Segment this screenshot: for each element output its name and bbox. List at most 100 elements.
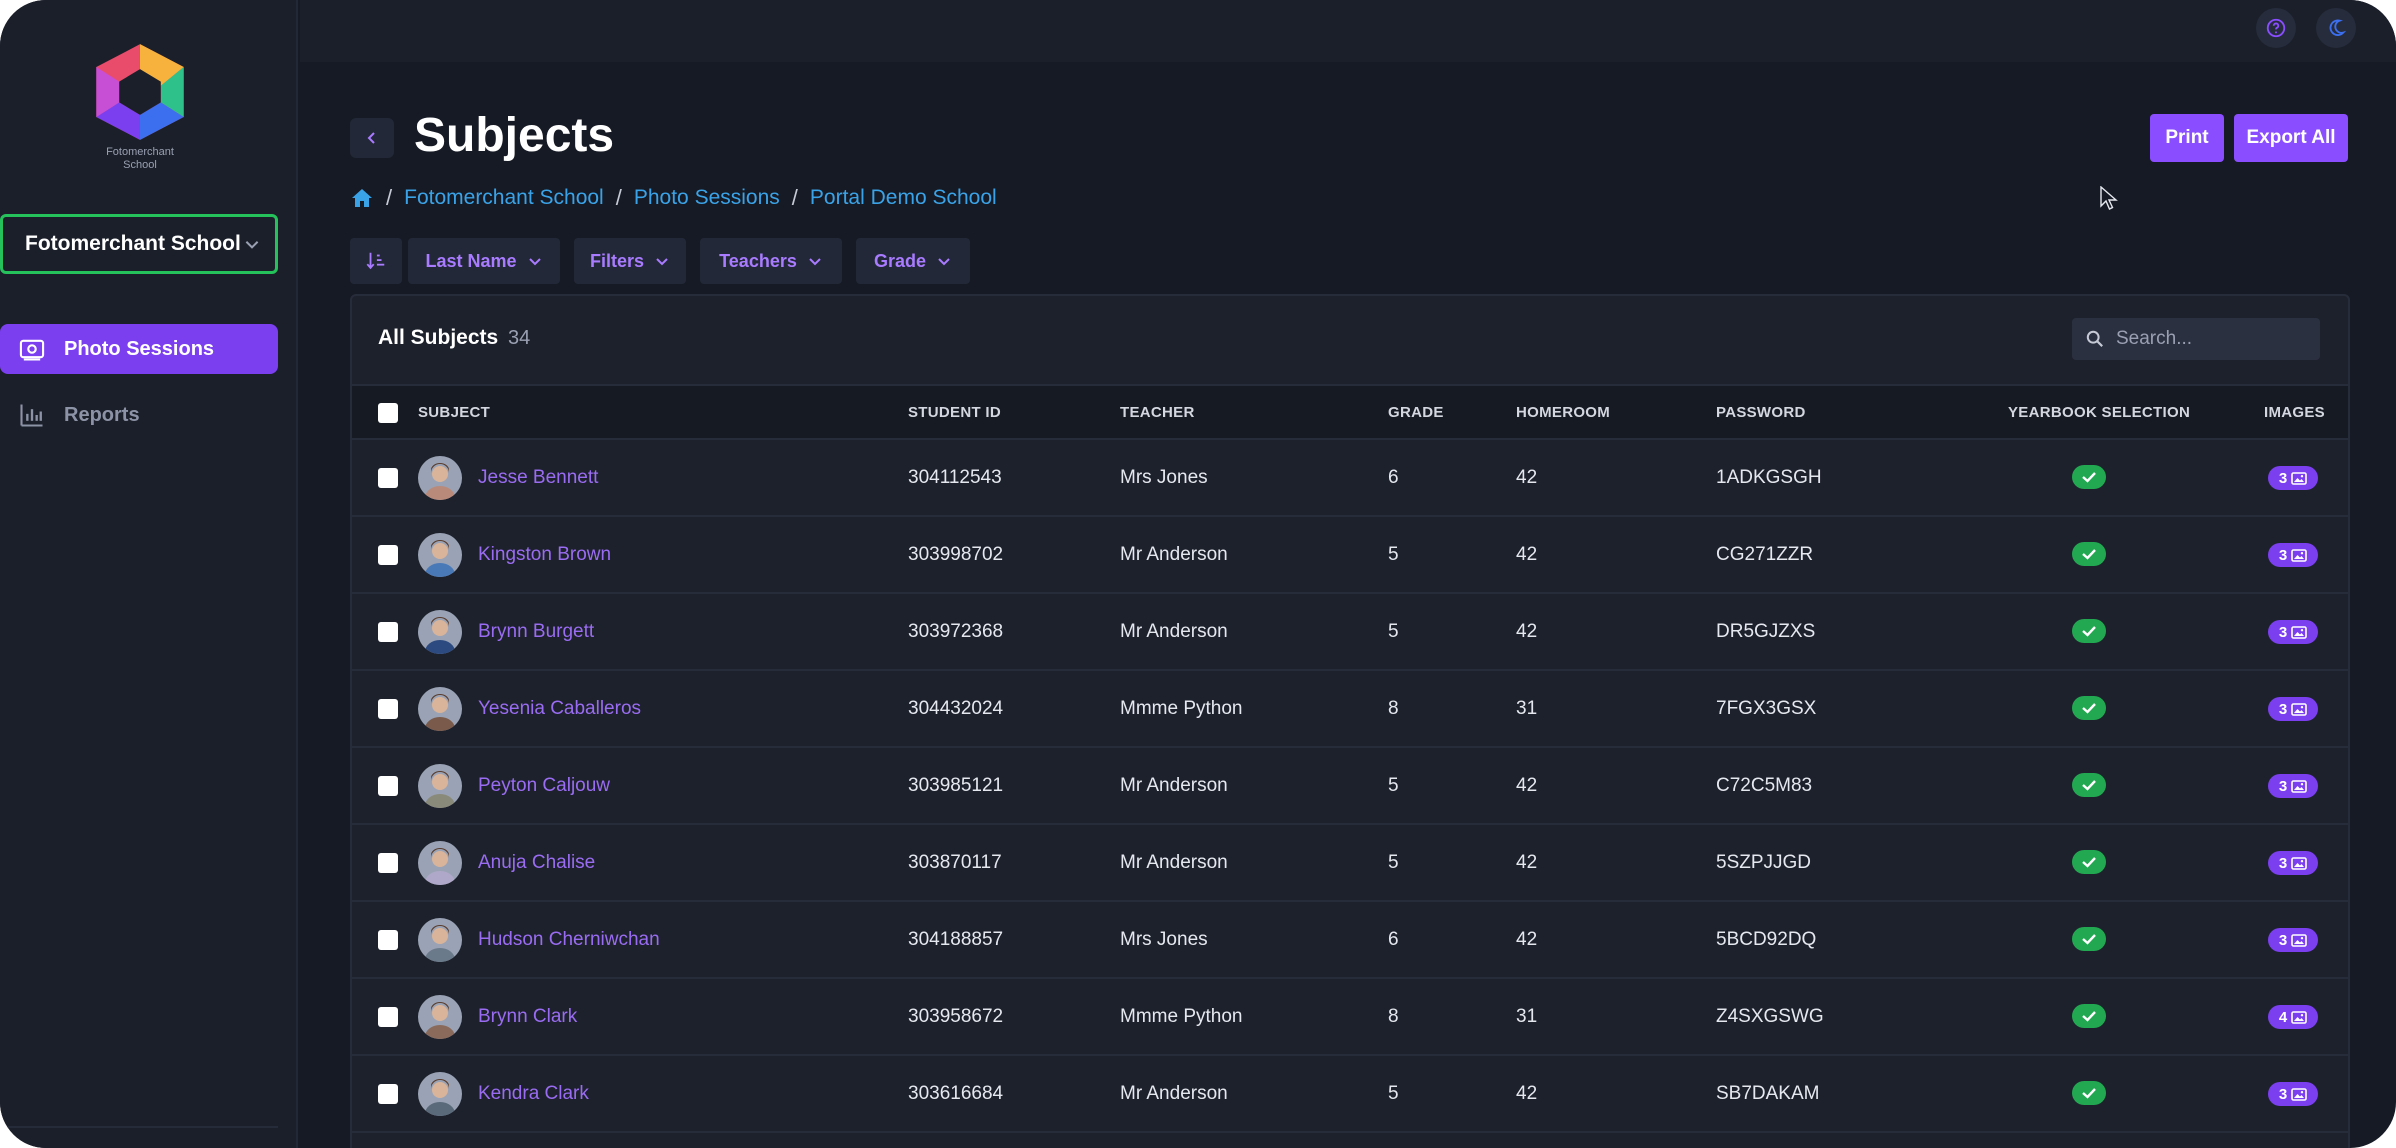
- chevron-down-icon: [245, 241, 259, 249]
- subject-name-link[interactable]: Kingston Brown: [478, 544, 611, 566]
- grade: 6: [1388, 929, 1399, 950]
- images-count-badge[interactable]: 3: [2268, 466, 2318, 490]
- student-id: 303870117: [908, 852, 1002, 873]
- image-icon: [2291, 933, 2307, 947]
- table-row[interactable]: Yesenia Caballeros 304432024 Mmme Python 8 3…: [352, 671, 2348, 748]
- row-checkbox[interactable]: [378, 545, 398, 565]
- chevron-down-icon: [938, 258, 950, 266]
- row-checkbox[interactable]: [378, 776, 398, 796]
- app-window: Fotomerchant School Fotomerchant School …: [0, 0, 2396, 1148]
- column-header-images[interactable]: IMAGES: [2264, 404, 2325, 421]
- mouse-cursor-icon: [2100, 186, 2118, 210]
- row-checkbox[interactable]: [378, 1007, 398, 1027]
- subject-name-link[interactable]: Kendra Clark: [478, 1083, 589, 1105]
- print-button[interactable]: Print: [2150, 114, 2224, 162]
- subject-name-link[interactable]: Jesse Bennett: [478, 467, 598, 489]
- images-count-badge[interactable]: 3: [2268, 774, 2318, 798]
- export-all-button[interactable]: Export All: [2234, 114, 2348, 162]
- images-count-badge[interactable]: 3: [2268, 620, 2318, 644]
- sidebar-item-photo-sessions[interactable]: Photo Sessions: [0, 324, 278, 374]
- row-checkbox[interactable]: [378, 930, 398, 950]
- logo-caption-line1: Fotomerchant: [106, 146, 174, 158]
- password: 1ADKGSGH: [1716, 467, 1822, 488]
- image-icon: [2291, 702, 2307, 716]
- image-icon: [2291, 471, 2307, 485]
- logo-caption: Fotomerchant School: [80, 146, 200, 172]
- table-row[interactable]: Kingston Brown 303998702 Mr Anderson 5 42 CG2…: [352, 517, 2348, 594]
- subject-name-link[interactable]: Hudson Cherniwchan: [478, 929, 660, 951]
- grade: 5: [1388, 544, 1399, 565]
- images-count-badge[interactable]: 3: [2268, 697, 2318, 721]
- column-header-password[interactable]: PASSWORD: [1716, 404, 1806, 421]
- help-button[interactable]: [2256, 8, 2296, 48]
- subjects-table-card: All Subjects 34 SUBJECT STUDENT ID TEACH…: [350, 294, 2350, 1148]
- column-header-homeroom[interactable]: HOMEROOM: [1516, 404, 1610, 421]
- homeroom: 42: [1516, 775, 1538, 796]
- table-row[interactable]: Anuja Chalise 303870117 Mr Anderson 5 42 5SZP…: [352, 825, 2348, 902]
- teacher: Mmme Python: [1120, 1006, 1243, 1027]
- images-count-badge[interactable]: 3: [2268, 851, 2318, 875]
- dark-mode-button[interactable]: [2316, 8, 2356, 48]
- chevron-down-icon: [528, 258, 541, 266]
- subject-name-link[interactable]: Brynn Burgett: [478, 621, 594, 643]
- sort-direction-button[interactable]: [350, 238, 402, 284]
- column-header-student-id[interactable]: STUDENT ID: [908, 404, 1001, 421]
- filters-dropdown[interactable]: Filters: [574, 238, 686, 284]
- student-id: 303998702: [908, 544, 1004, 565]
- breadcrumb-photo-sessions[interactable]: Photo Sessions: [634, 186, 780, 210]
- search-input[interactable]: [2116, 328, 2306, 350]
- image-icon: [2291, 625, 2307, 639]
- row-checkbox[interactable]: [378, 853, 398, 873]
- subject-name-link[interactable]: Brynn Clark: [478, 1006, 577, 1028]
- column-header-yearbook-selection[interactable]: YEARBOOK SELECTION: [2008, 404, 2190, 421]
- subject-name-link[interactable]: Yesenia Caballeros: [478, 698, 641, 720]
- row-checkbox[interactable]: [378, 1084, 398, 1104]
- logo-caption-line2: School: [123, 159, 157, 171]
- yearbook-selected-badge: [2072, 1081, 2106, 1105]
- home-icon[interactable]: [350, 187, 374, 209]
- check-icon: [2082, 1011, 2096, 1022]
- column-header-grade[interactable]: GRADE: [1388, 404, 1444, 421]
- row-checkbox[interactable]: [378, 468, 398, 488]
- table-row[interactable]: Brynn Clark 303958672 Mmme Python 8 31 Z4SXGS…: [352, 979, 2348, 1056]
- student-photo-icon: [418, 533, 462, 577]
- images-count-badge[interactable]: 4: [2268, 1005, 2318, 1029]
- table-row[interactable]: Kendra Clark 303616684 Mr Anderson 5 42 SB7DA…: [352, 1056, 2348, 1133]
- topbar: [300, 0, 2396, 62]
- subject-name-link[interactable]: Peyton Caljouw: [478, 775, 610, 797]
- school-select-label: Fotomerchant School: [25, 232, 241, 255]
- images-count-badge[interactable]: 3: [2268, 1082, 2318, 1106]
- student-photo-icon: [418, 687, 462, 731]
- check-icon: [2082, 549, 2096, 560]
- sidebar-item-reports[interactable]: Reports: [0, 390, 278, 440]
- avatar: [418, 764, 462, 808]
- teachers-dropdown[interactable]: Teachers: [700, 238, 842, 284]
- table-row[interactable]: Brynn Burgett 303972368 Mr Anderson 5 42 DR5G…: [352, 594, 2348, 671]
- teacher: Mrs Jones: [1120, 467, 1208, 488]
- grade: 5: [1388, 775, 1399, 796]
- table-row[interactable]: Hudson Cherniwchan 304188857 Mrs Jones 6 42 5…: [352, 902, 2348, 979]
- bar-chart-icon: [20, 404, 43, 427]
- column-header-subject[interactable]: SUBJECT: [418, 404, 490, 421]
- column-header-teacher[interactable]: TEACHER: [1120, 404, 1195, 421]
- breadcrumb-school[interactable]: Fotomerchant School: [404, 186, 604, 210]
- row-checkbox[interactable]: [378, 699, 398, 719]
- images-count: 3: [2278, 931, 2288, 949]
- subject-name-link[interactable]: Anuja Chalise: [478, 852, 595, 874]
- row-checkbox[interactable]: [378, 622, 398, 642]
- images-count: 3: [2278, 546, 2288, 564]
- filters-label: Filters: [589, 250, 645, 271]
- sort-by-dropdown[interactable]: Last Name: [408, 238, 560, 284]
- images-count-badge[interactable]: 3: [2268, 543, 2318, 567]
- table-row[interactable]: Peyton Caljouw 303985121 Mr Anderson 5 42 C72…: [352, 748, 2348, 825]
- school-select[interactable]: Fotomerchant School: [0, 214, 278, 274]
- grade-dropdown[interactable]: Grade: [856, 238, 970, 284]
- check-icon: [2082, 626, 2096, 637]
- table-header-bar: All Subjects 34: [352, 296, 2348, 384]
- table-row[interactable]: Jesse Bennett 304112543 Mrs Jones 6 42 1ADKGS…: [352, 440, 2348, 517]
- select-all-checkbox[interactable]: [378, 403, 398, 423]
- images-count-badge[interactable]: 3: [2268, 928, 2318, 952]
- breadcrumb-portal-demo-school[interactable]: Portal Demo School: [810, 186, 997, 210]
- back-button[interactable]: [350, 118, 394, 158]
- yearbook-selected-badge: [2072, 696, 2106, 720]
